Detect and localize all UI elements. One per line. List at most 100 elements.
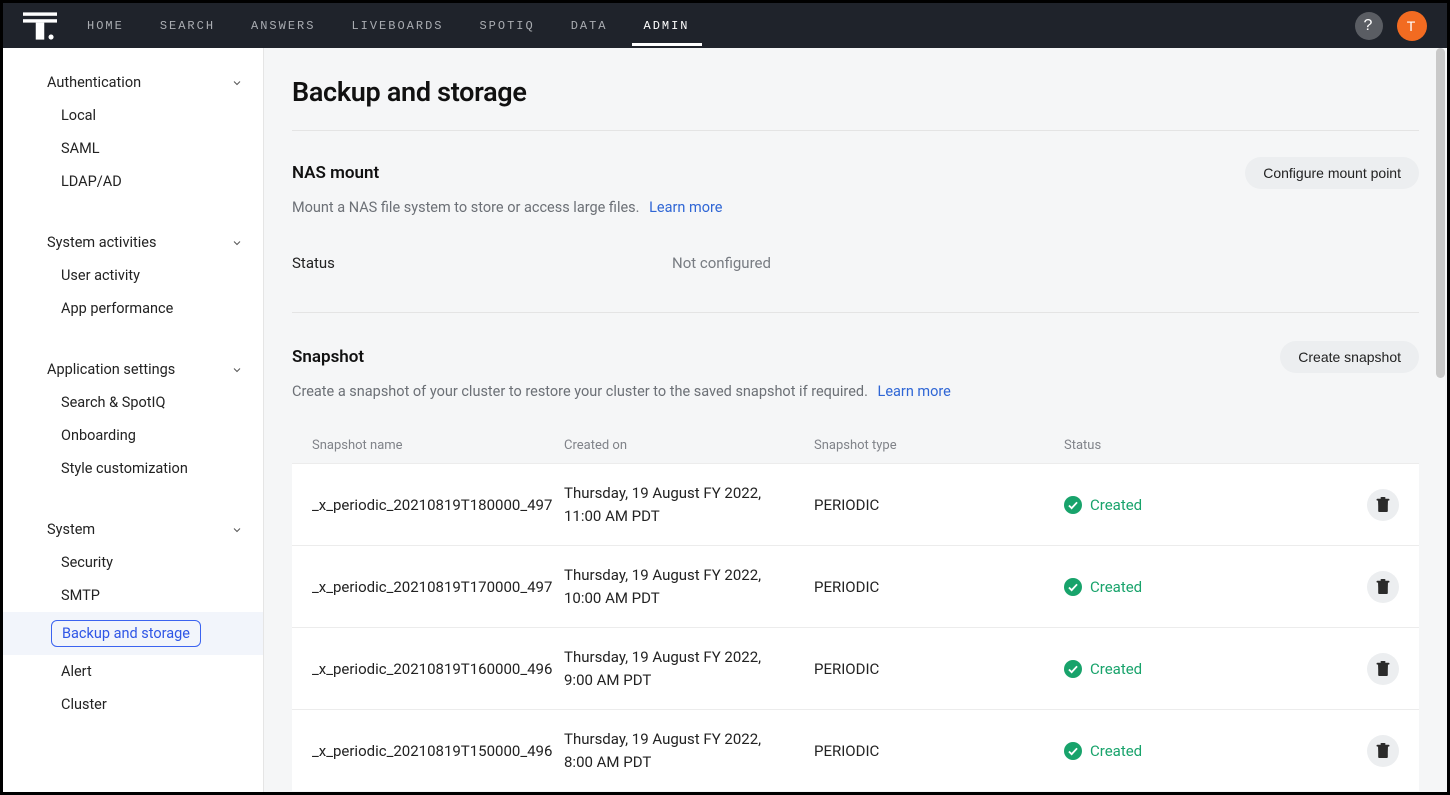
delete-snapshot-button[interactable] [1367,653,1399,685]
sidebar-item-user-activity[interactable]: User activity [3,259,263,292]
check-circle-icon [1064,742,1082,760]
nav-item-data[interactable]: DATA [571,19,608,33]
snapshot-table: Snapshot name Created on Snapshot type S… [292,428,1419,791]
sidebar-item-label: Backup and storage [51,620,201,647]
sidebar-item-backup-and-storage[interactable]: Backup and storage [3,612,263,655]
sidebar-item-app-performance[interactable]: App performance [3,292,263,325]
sidebar-item-label: Style customization [61,460,188,477]
sidebar-item-label: Security [61,554,113,571]
col-header-type: Snapshot type [814,438,1064,453]
cell-created-on: Thursday, 19 August FY 2022, 8:00 AM PDT [564,728,814,773]
user-avatar[interactable]: T [1397,11,1427,41]
sidebar-item-label: SMTP [61,587,100,604]
sidebar-item-label: SAML [61,140,100,157]
sidebar-item-onboarding[interactable]: Onboarding [3,419,263,452]
scrollbar[interactable] [1436,48,1445,792]
sidebar-group-system[interactable]: System [3,513,263,546]
divider [292,312,1419,313]
nas-description: Mount a NAS file system to store or acce… [292,199,1419,216]
sidebar-item-label: App performance [61,300,173,317]
delete-snapshot-button[interactable] [1367,735,1399,767]
check-circle-icon [1064,578,1082,596]
snapshot-learn-more-link[interactable]: Learn more [878,383,951,400]
top-nav-bar: HOME SEARCH ANSWERS LIVEBOARDS SPOTIQ DATA ADM… [3,3,1447,48]
table-row: _x_periodic_20210819T170000_497Thursday,… [292,545,1419,627]
divider [292,130,1419,131]
sidebar-group-label: Application settings [47,361,175,378]
app-logo[interactable] [23,12,57,40]
sidebar-item-search-spotiq[interactable]: Search & SpotIQ [3,386,263,419]
sidebar-item-label: Search & SpotIQ [61,394,165,411]
chevron-down-icon [231,237,243,249]
check-circle-icon [1064,660,1082,678]
sidebar-item-alert[interactable]: Alert [3,655,263,688]
chevron-down-icon [231,77,243,89]
nav-item-liveboards[interactable]: LIVEBOARDS [351,19,443,33]
cell-created-on: Thursday, 19 August FY 2022, 11:00 AM PD… [564,482,814,527]
nav-item-admin[interactable]: ADMIN [644,19,690,33]
nas-heading: NAS mount [292,163,379,183]
nav-item-spotiq[interactable]: SPOTIQ [479,19,534,33]
table-row: _x_periodic_20210819T180000_497Thursday,… [292,463,1419,545]
trash-icon [1376,579,1390,595]
sidebar-group-label: System [47,521,95,538]
cell-created-on: Thursday, 19 August FY 2022, 9:00 AM PDT [564,646,814,691]
col-header-status: Status [1064,438,1294,453]
help-button[interactable]: ? [1355,12,1383,40]
sidebar-item-local[interactable]: Local [3,99,263,132]
delete-snapshot-button[interactable] [1367,571,1399,603]
nav-item-search[interactable]: SEARCH [160,19,215,33]
cell-created-on: Thursday, 19 August FY 2022, 10:00 AM PD… [564,564,814,609]
nav-item-answers[interactable]: ANSWERS [251,19,315,33]
cell-snapshot-name: _x_periodic_20210819T170000_497 [312,578,564,596]
sidebar-item-style-customization[interactable]: Style customization [3,452,263,485]
nas-status-value: Not configured [672,254,771,272]
sidebar-group-system-activities[interactable]: System activities [3,226,263,259]
admin-sidebar: Authentication Local SAML LDAP/AD System act… [3,48,264,792]
sidebar-group-label: System activities [47,234,156,251]
nav-item-home[interactable]: HOME [87,19,124,33]
status-text: Created [1090,660,1142,678]
cell-snapshot-name: _x_periodic_20210819T150000_496 [312,742,564,760]
status-text: Created [1090,496,1142,514]
snapshot-description: Create a snapshot of your cluster to res… [292,383,1419,400]
status-text: Created [1090,578,1142,596]
sidebar-group-label: Authentication [47,74,141,91]
sidebar-item-saml[interactable]: SAML [3,132,263,165]
table-row: _x_periodic_20210819T160000_496Thursday,… [292,627,1419,709]
sidebar-item-label: Local [61,107,96,124]
sidebar-item-label: LDAP/AD [61,173,122,190]
nas-status-label: Status [292,254,672,272]
cell-snapshot-type: PERIODIC [814,496,1064,514]
cell-snapshot-type: PERIODIC [814,742,1064,760]
sidebar-item-cluster[interactable]: Cluster [3,688,263,721]
trash-icon [1376,743,1390,759]
chevron-down-icon [231,364,243,376]
cell-snapshot-type: PERIODIC [814,660,1064,678]
snapshot-description-text: Create a snapshot of your cluster to res… [292,383,868,400]
snapshot-heading: Snapshot [292,347,364,367]
status-text: Created [1090,742,1142,760]
sidebar-item-label: User activity [61,267,140,284]
sidebar-group-application-settings[interactable]: Application settings [3,353,263,386]
create-snapshot-button[interactable]: Create snapshot [1280,341,1419,373]
cell-snapshot-type: PERIODIC [814,578,1064,596]
sidebar-group-authentication[interactable]: Authentication [3,66,263,99]
cell-status: Created [1064,742,1294,760]
cell-status: Created [1064,660,1294,678]
cell-status: Created [1064,578,1294,596]
chevron-down-icon [231,524,243,536]
trash-icon [1376,497,1390,513]
configure-mount-button[interactable]: Configure mount point [1245,157,1419,189]
logo-icon [23,12,57,40]
table-row: _x_periodic_20210819T150000_496Thursday,… [292,709,1419,791]
sidebar-item-security[interactable]: Security [3,546,263,579]
nas-learn-more-link[interactable]: Learn more [649,199,722,216]
page-title: Backup and storage [292,76,1419,108]
sidebar-item-smtp[interactable]: SMTP [3,579,263,612]
sidebar-item-ldap-ad[interactable]: LDAP/AD [3,165,263,198]
trash-icon [1376,661,1390,677]
col-header-created: Created on [564,438,814,453]
delete-snapshot-button[interactable] [1367,489,1399,521]
avatar-initial: T [1407,18,1418,34]
